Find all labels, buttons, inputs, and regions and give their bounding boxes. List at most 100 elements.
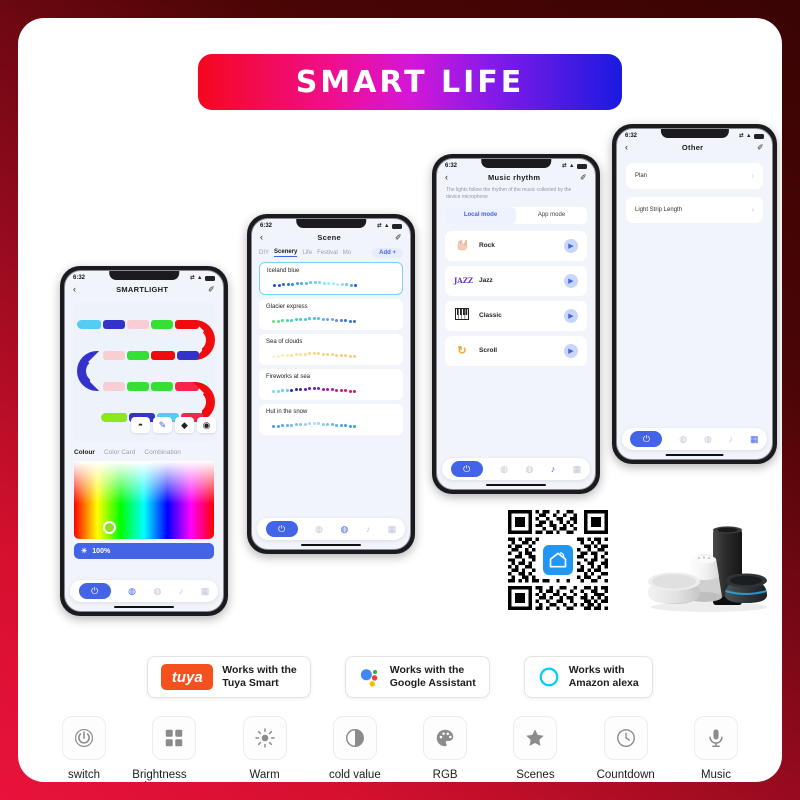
description-text: The lights follow the rhythm of the musi…: [446, 187, 572, 201]
scene-dot: [303, 422, 307, 426]
grid-icon[interactable]: ▦: [750, 434, 759, 445]
scene-dot: [330, 318, 334, 322]
power-button[interactable]: ⏻: [630, 431, 663, 447]
scene-card[interactable]: Fireworks at sea: [259, 369, 403, 400]
strip-segment: [151, 382, 173, 391]
wifi-icon: ▲: [384, 223, 390, 229]
tab-diy[interactable]: DIY: [259, 250, 269, 256]
content-card: SMART LIFE 6:32 ⇄ ▲ ‹ SMARTLIGHT ✐ ◓ ✎ ◆…: [18, 18, 782, 782]
tab-local-mode[interactable]: Local mode: [445, 206, 516, 224]
tuya-logo-text: tuya: [171, 668, 203, 686]
tab-scenery[interactable]: Scenery: [274, 249, 298, 257]
bulb-icon[interactable]: ◍: [679, 434, 687, 445]
palette-icon[interactable]: ◍: [704, 434, 712, 445]
settings-row[interactable]: Plan ›: [626, 163, 763, 189]
scene-dot: [344, 424, 347, 428]
play-button[interactable]: ▶: [564, 343, 578, 358]
add-scene-button[interactable]: Add +: [372, 248, 403, 258]
palette-icon[interactable]: ◍: [153, 586, 161, 597]
power-button[interactable]: ⏻: [78, 583, 111, 599]
scene-card[interactable]: Sea of clouds: [259, 334, 403, 365]
scene-dot: [313, 281, 317, 284]
feature-cold-value[interactable]: cold value: [313, 716, 397, 782]
power-button[interactable]: ⏻: [450, 461, 483, 477]
feature-rgb[interactable]: RGB: [403, 716, 487, 782]
power-button[interactable]: ⏻: [265, 521, 298, 537]
music-icon[interactable]: ♪: [179, 586, 184, 596]
scene-color-preview: [266, 419, 396, 428]
back-button[interactable]: ‹: [445, 173, 448, 182]
scene-dot: [345, 283, 348, 287]
screen-title: Music rhythm: [487, 173, 541, 182]
edit-icon[interactable]: ✐: [208, 285, 215, 295]
feature-music[interactable]: Music: [674, 716, 758, 782]
bulb-icon[interactable]: ◍: [128, 586, 136, 597]
tab-color-card[interactable]: Color Card: [104, 449, 135, 456]
home-indicator: [113, 605, 175, 608]
eraser-tool[interactable]: ◆: [175, 417, 194, 433]
tab-festival[interactable]: Festival: [317, 250, 338, 256]
piano-icon: [454, 308, 470, 323]
music-mode-card[interactable]: JAZZ Jazz ▶: [445, 265, 587, 296]
feature-countdown[interactable]: Countdown: [584, 716, 668, 782]
music-mode-card[interactable]: Classic ▶: [445, 300, 587, 331]
play-button[interactable]: ▶: [564, 238, 578, 253]
tab-combination[interactable]: Combination: [144, 449, 181, 456]
grid-icon[interactable]: ▦: [201, 586, 210, 597]
music-mode-card[interactable]: Rock ▶: [445, 230, 587, 261]
scene-dot: [340, 282, 344, 286]
tab-colour[interactable]: Colour: [74, 449, 95, 456]
color-picker[interactable]: [74, 461, 214, 539]
feature-label: Brightness value: [132, 769, 187, 782]
scene-card[interactable]: Hut in the snow: [259, 404, 403, 435]
scene-card[interactable]: Glacier express: [259, 299, 403, 330]
tab-app-mode[interactable]: App mode: [516, 207, 587, 224]
brush-tool[interactable]: ✎: [153, 417, 172, 433]
music-icon[interactable]: ♪: [729, 434, 734, 444]
back-button[interactable]: ‹: [260, 233, 263, 242]
status-time: 6:32: [260, 223, 273, 229]
scene-dot: [330, 388, 334, 392]
badge-line-1: Works with the: [389, 663, 465, 676]
music-mode-name: Scroll: [479, 347, 498, 354]
feature-scenes[interactable]: Scenes: [493, 716, 577, 782]
music-mode-card[interactable]: ↻ Scroll ▶: [445, 335, 587, 366]
music-icon[interactable]: ♪: [366, 524, 371, 534]
scene-dot: [348, 319, 352, 323]
grid-icon[interactable]: ▦: [388, 524, 397, 535]
badge-tuya[interactable]: tuya Works with the Tuya Smart: [147, 656, 311, 698]
tab-more[interactable]: Mo: [343, 250, 351, 256]
grid-icon[interactable]: ▦: [573, 464, 582, 475]
feature-brightness-value[interactable]: Brightness value: [132, 716, 216, 782]
edit-icon[interactable]: ✐: [395, 233, 402, 243]
back-button[interactable]: ‹: [73, 285, 76, 294]
nav-bar: ‹ SMARTLIGHT ✐: [65, 283, 223, 299]
color-picker-handle[interactable]: [103, 521, 117, 534]
feature-warm[interactable]: Warm: [223, 716, 307, 782]
feature-label: RGB: [432, 769, 458, 781]
scene-dot: [312, 422, 316, 425]
back-button[interactable]: ‹: [625, 143, 628, 152]
palette-tool[interactable]: ◉: [197, 417, 216, 433]
bulb-icon[interactable]: ◍: [315, 524, 323, 535]
play-button[interactable]: ▶: [564, 308, 578, 323]
palette-icon[interactable]: ◍: [525, 464, 533, 475]
brightness-value: 100%: [92, 547, 111, 555]
scene-card[interactable]: Iceland blue: [259, 262, 403, 295]
edit-icon[interactable]: ✐: [580, 173, 587, 183]
scene-dot: [309, 281, 312, 285]
title-banner: SMART LIFE: [198, 54, 622, 110]
music-icon[interactable]: ♪: [551, 464, 556, 474]
badge-alexa[interactable]: Works with Amazon alexa: [523, 656, 653, 698]
brightness-slider[interactable]: ☀ 100%: [74, 543, 214, 559]
edit-icon[interactable]: ✐: [757, 143, 764, 153]
badge-google[interactable]: Works with the Google Assistant: [344, 656, 490, 698]
palette-icon[interactable]: ◍: [340, 524, 348, 535]
tab-life[interactable]: Life: [302, 250, 312, 256]
bulb-icon[interactable]: ◍: [500, 464, 508, 475]
settings-row[interactable]: Light Strip Length ›: [626, 197, 763, 223]
feature-switch[interactable]: switch: [42, 716, 126, 782]
play-button[interactable]: ▶: [564, 273, 578, 288]
paint-bucket-tool[interactable]: ◓: [131, 417, 150, 433]
google-assistant-logo: [360, 669, 378, 687]
